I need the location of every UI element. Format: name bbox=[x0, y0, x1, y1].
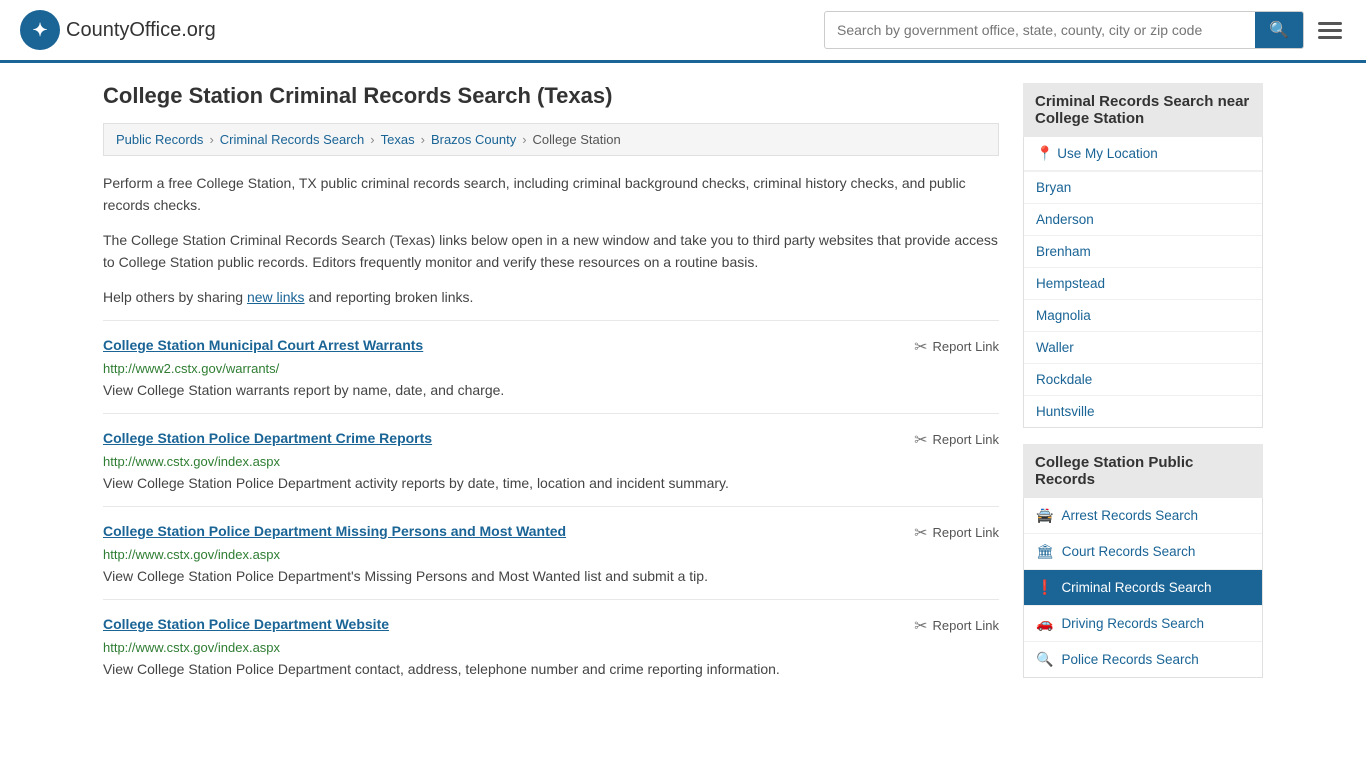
breadcrumb-brazos-county[interactable]: Brazos County bbox=[431, 132, 516, 147]
resource-url-1: http://www.cstx.gov/index.aspx bbox=[103, 454, 999, 469]
resource-title-0[interactable]: College Station Municipal Court Arrest W… bbox=[103, 337, 423, 353]
sidebar: Criminal Records Search near College Sta… bbox=[1023, 83, 1263, 694]
court-icon: 🏛 bbox=[1036, 543, 1054, 560]
breadcrumb-public-records[interactable]: Public Records bbox=[116, 132, 203, 147]
nearby-city-link-5[interactable]: Waller bbox=[1024, 332, 1262, 363]
logo-icon: ✦ bbox=[20, 10, 60, 50]
public-records-item-3: 🚗 Driving Records Search bbox=[1024, 606, 1262, 642]
page-title: College Station Criminal Records Search … bbox=[103, 83, 999, 109]
sidebar-public-records-heading: College Station Public Records bbox=[1023, 444, 1263, 498]
public-records-link-1[interactable]: 🏛 Court Records Search bbox=[1024, 534, 1262, 569]
location-icon: 📍 bbox=[1036, 145, 1053, 161]
resource-desc-3: View College Station Police Department c… bbox=[103, 659, 999, 680]
sidebar-nearby-section: Criminal Records Search near College Sta… bbox=[1023, 83, 1263, 428]
unlink-icon: ✂ bbox=[914, 616, 927, 636]
logo-area: ✦ CountyOffice.org bbox=[20, 10, 216, 50]
description-2: The College Station Criminal Records Sea… bbox=[103, 229, 999, 274]
resource-title-2[interactable]: College Station Police Department Missin… bbox=[103, 523, 566, 539]
resource-item: College Station Police Department Missin… bbox=[103, 506, 999, 599]
public-records-item-2: ❗ Criminal Records Search bbox=[1024, 570, 1262, 606]
resource-list: College Station Municipal Court Arrest W… bbox=[103, 320, 999, 692]
resource-desc-2: View College Station Police Department's… bbox=[103, 566, 999, 587]
arrest-icon: 🚔 bbox=[1036, 507, 1053, 524]
nearby-city-0: Bryan bbox=[1024, 172, 1262, 204]
report-link-button-1[interactable]: ✂ Report Link bbox=[914, 430, 999, 450]
search-bar: 🔍 bbox=[824, 11, 1304, 49]
public-records-item-1: 🏛 Court Records Search bbox=[1024, 534, 1262, 570]
public-records-link-2[interactable]: ❗ Criminal Records Search bbox=[1024, 570, 1262, 605]
public-records-link-3[interactable]: 🚗 Driving Records Search bbox=[1024, 606, 1262, 641]
use-my-location-item[interactable]: 📍 Use My Location bbox=[1024, 137, 1262, 172]
nearby-city-link-1[interactable]: Anderson bbox=[1024, 204, 1262, 235]
nearby-city-link-2[interactable]: Brenham bbox=[1024, 236, 1262, 267]
nearby-city-link-7[interactable]: Huntsville bbox=[1024, 396, 1262, 427]
nearby-city-1: Anderson bbox=[1024, 204, 1262, 236]
resource-header: College Station Police Department Missin… bbox=[103, 523, 999, 543]
resource-item: College Station Police Department Websit… bbox=[103, 599, 999, 692]
search-button[interactable]: 🔍 bbox=[1255, 12, 1303, 48]
report-link-button-2[interactable]: ✂ Report Link bbox=[914, 523, 999, 543]
resource-item: College Station Police Department Crime … bbox=[103, 413, 999, 506]
report-link-button-0[interactable]: ✂ Report Link bbox=[914, 337, 999, 357]
nearby-city-6: Rockdale bbox=[1024, 364, 1262, 396]
resource-header: College Station Municipal Court Arrest W… bbox=[103, 337, 999, 357]
resource-url-2: http://www.cstx.gov/index.aspx bbox=[103, 547, 999, 562]
breadcrumb-college-station: College Station bbox=[533, 132, 621, 147]
breadcrumb-criminal-records-search[interactable]: Criminal Records Search bbox=[220, 132, 365, 147]
resource-url-0: http://www2.cstx.gov/warrants/ bbox=[103, 361, 999, 376]
resource-header: College Station Police Department Crime … bbox=[103, 430, 999, 450]
sidebar-nearby-heading: Criminal Records Search near College Sta… bbox=[1023, 83, 1263, 137]
site-header: ✦ CountyOffice.org 🔍 bbox=[0, 0, 1366, 63]
description-1: Perform a free College Station, TX publi… bbox=[103, 172, 999, 217]
resource-desc-0: View College Station warrants report by … bbox=[103, 380, 999, 401]
nearby-city-link-4[interactable]: Magnolia bbox=[1024, 300, 1262, 331]
public-records-link-0[interactable]: 🚔 Arrest Records Search bbox=[1024, 498, 1262, 533]
breadcrumb-texas[interactable]: Texas bbox=[381, 132, 415, 147]
nearby-cities-list: 📍 Use My Location Bryan Anderson Brenham… bbox=[1023, 137, 1263, 428]
public-records-item-4: 🔍 Police Records Search bbox=[1024, 642, 1262, 677]
nearby-city-link-0[interactable]: Bryan bbox=[1024, 172, 1262, 203]
resource-header: College Station Police Department Websit… bbox=[103, 616, 999, 636]
report-link-button-3[interactable]: ✂ Report Link bbox=[914, 616, 999, 636]
public-records-item-0: 🚔 Arrest Records Search bbox=[1024, 498, 1262, 534]
menu-button[interactable] bbox=[1314, 18, 1346, 43]
criminal-icon: ❗ bbox=[1036, 579, 1053, 596]
public-records-link-4[interactable]: 🔍 Police Records Search bbox=[1024, 642, 1262, 677]
police-icon: 🔍 bbox=[1036, 651, 1053, 668]
nearby-city-4: Magnolia bbox=[1024, 300, 1262, 332]
nearby-city-5: Waller bbox=[1024, 332, 1262, 364]
nearby-city-3: Hempstead bbox=[1024, 268, 1262, 300]
main-container: College Station Criminal Records Search … bbox=[83, 63, 1283, 714]
sidebar-public-records-section: College Station Public Records 🚔 Arrest … bbox=[1023, 444, 1263, 678]
unlink-icon: ✂ bbox=[914, 430, 927, 450]
svg-text:✦: ✦ bbox=[32, 20, 47, 40]
nearby-city-2: Brenham bbox=[1024, 236, 1262, 268]
nearby-city-link-6[interactable]: Rockdale bbox=[1024, 364, 1262, 395]
use-my-location-link[interactable]: 📍 Use My Location bbox=[1024, 137, 1262, 171]
resource-url-3: http://www.cstx.gov/index.aspx bbox=[103, 640, 999, 655]
new-links-link[interactable]: new links bbox=[247, 289, 305, 305]
content-area: College Station Criminal Records Search … bbox=[103, 83, 999, 694]
nearby-city-7: Huntsville bbox=[1024, 396, 1262, 427]
resource-item: College Station Municipal Court Arrest W… bbox=[103, 320, 999, 413]
description-3: Help others by sharing new links and rep… bbox=[103, 286, 999, 308]
driving-icon: 🚗 bbox=[1036, 615, 1053, 632]
nearby-city-link-3[interactable]: Hempstead bbox=[1024, 268, 1262, 299]
header-right: 🔍 bbox=[824, 11, 1346, 49]
resource-title-3[interactable]: College Station Police Department Websit… bbox=[103, 616, 389, 632]
unlink-icon: ✂ bbox=[914, 523, 927, 543]
unlink-icon: ✂ bbox=[914, 337, 927, 357]
breadcrumb: Public Records › Criminal Records Search… bbox=[103, 123, 999, 156]
search-input[interactable] bbox=[825, 14, 1255, 46]
resource-desc-1: View College Station Police Department a… bbox=[103, 473, 999, 494]
resource-title-1[interactable]: College Station Police Department Crime … bbox=[103, 430, 432, 446]
public-records-list: 🚔 Arrest Records Search 🏛 Court Records … bbox=[1023, 498, 1263, 678]
logo-text: CountyOffice.org bbox=[66, 19, 216, 42]
